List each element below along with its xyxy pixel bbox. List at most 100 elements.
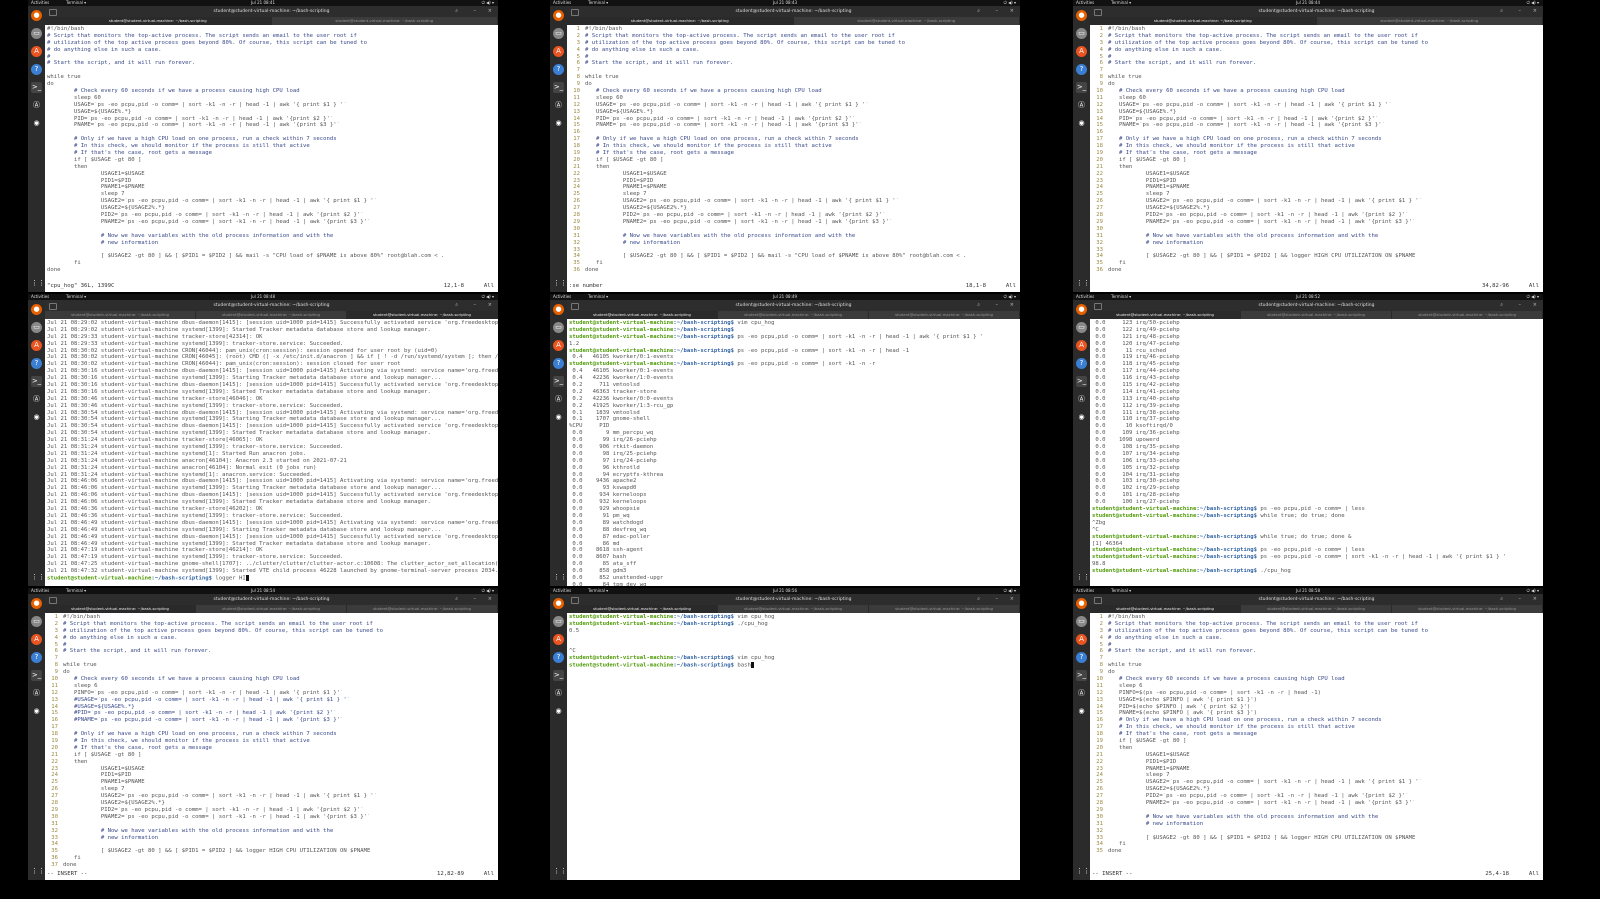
terminal-tab[interactable]: student@student-virtual-machine: ~/bash-… [718,605,869,613]
terminal-tab[interactable]: student@student-virtual-machine: ~/bash-… [567,17,794,25]
minimize-icon[interactable]: – [1519,6,1522,17]
software-updater-icon[interactable]: Ⓐ [553,688,564,699]
terminal-tab[interactable]: student@student-virtual-machine: ~/bash-… [567,605,718,613]
new-tab-icon[interactable] [571,597,579,604]
help-icon[interactable]: ? [1076,64,1087,75]
new-tab-icon[interactable] [571,303,579,310]
help-icon[interactable]: ? [31,358,42,369]
close-icon[interactable]: × [1533,300,1537,311]
new-tab-icon[interactable] [49,303,57,310]
firefox-icon[interactable]: ● [1076,304,1087,315]
show-apps-icon[interactable]: ⋮⋮ [31,572,45,583]
terminal-tab[interactable]: student@student-virtual-machine: ~/bash-… [1090,311,1241,319]
minimize-icon[interactable]: – [996,300,999,311]
show-apps-icon[interactable]: ⋮⋮ [553,572,567,583]
show-apps-icon[interactable]: ⋮⋮ [31,278,45,289]
search-icon[interactable]: ⌕ [977,300,980,311]
software-updater-icon[interactable]: Ⓐ [31,100,42,111]
terminal-icon[interactable]: >_ [1076,82,1087,93]
close-icon[interactable]: × [488,6,492,17]
close-icon[interactable]: × [1533,594,1537,605]
terminal-tab[interactable]: student@student-virtual-machine: ~/bash-… [718,311,869,319]
software-updater-icon[interactable]: Ⓐ [1076,394,1087,405]
help-icon[interactable]: ? [553,358,564,369]
terminal-tab[interactable]: student@student-virtual-machine: ~/bash-… [196,605,347,613]
files-icon[interactable]: ▭ [31,322,42,333]
terminal-tab[interactable]: student@student-virtual-machine: ~/bash-… [869,311,1020,319]
files-icon[interactable]: ▭ [553,616,564,627]
terminal-tab[interactable]: student@student-virtual-machine: ~/bash-… [1241,605,1392,613]
software-updater-icon[interactable]: Ⓐ [553,100,564,111]
terminal-tab[interactable]: student@student-virtual-machine: ~/bash-… [1392,605,1543,613]
terminal-icon[interactable]: >_ [31,376,42,387]
close-icon[interactable]: × [1010,300,1014,311]
files-icon[interactable]: ▭ [1076,616,1087,627]
software-updater-icon[interactable]: Ⓐ [31,688,42,699]
terminal-output[interactable]: student@student-virtual-machine:~/bash-s… [567,613,1020,880]
close-icon[interactable]: × [488,300,492,311]
files-icon[interactable]: ▭ [1076,322,1087,333]
files-icon[interactable]: ▭ [553,28,564,39]
firefox-icon[interactable]: ● [1076,598,1087,609]
terminal-tab[interactable]: student@student-virtual-machine: ~/bash-… [1090,605,1241,613]
terminal-tab[interactable]: student@student-virtual-machine: ~/bash-… [347,605,498,613]
show-apps-icon[interactable]: ⋮⋮ [1076,278,1090,289]
vim-editor[interactable]: 1 #!/bin/bash 2 # Script that monitors the … [1090,613,1543,880]
terminal-tab[interactable]: student@student-virtual-machine: ~/bash-… [1090,17,1317,25]
search-icon[interactable]: ⌕ [455,6,458,17]
firefox-icon[interactable]: ● [553,10,564,21]
search-icon[interactable]: ⌕ [977,6,980,17]
dvd-icon[interactable]: ◉ [553,118,564,129]
new-tab-icon[interactable] [1094,303,1102,310]
firefox-icon[interactable]: ● [553,598,564,609]
show-apps-icon[interactable]: ⋮⋮ [1076,866,1090,877]
software-updater-icon[interactable]: Ⓐ [1076,100,1087,111]
vim-editor[interactable]: 1 #!/bin/bash 2 # Script that monitors the … [45,613,498,880]
firefox-icon[interactable]: ● [31,304,42,315]
software-updater-icon[interactable]: Ⓐ [31,394,42,405]
search-icon[interactable]: ⌕ [455,300,458,311]
show-apps-icon[interactable]: ⋮⋮ [31,866,45,877]
search-icon[interactable]: ⌕ [977,594,980,605]
software-center-icon[interactable]: A [1076,634,1087,645]
files-icon[interactable]: ▭ [31,28,42,39]
help-icon[interactable]: ? [31,64,42,75]
terminal-tab[interactable]: student@student-virtual-machine: ~/bash-… [567,311,718,319]
terminal-tab[interactable]: student@student-virtual-machine: ~/bash-… [1392,311,1543,319]
show-apps-icon[interactable]: ⋮⋮ [553,278,567,289]
firefox-icon[interactable]: ● [31,10,42,21]
minimize-icon[interactable]: – [1519,594,1522,605]
help-icon[interactable]: ? [31,652,42,663]
software-updater-icon[interactable]: Ⓐ [1076,688,1087,699]
software-center-icon[interactable]: A [1076,46,1087,57]
dvd-icon[interactable]: ◉ [1076,706,1087,717]
help-icon[interactable]: ? [553,64,564,75]
new-tab-icon[interactable] [571,9,579,16]
software-center-icon[interactable]: A [553,634,564,645]
terminal-icon[interactable]: >_ [553,376,564,387]
terminal-output[interactable]: #!/bin/bash # Script that monitors the to… [45,25,498,292]
search-icon[interactable]: ⌕ [455,594,458,605]
terminal-tab[interactable]: student@student-virtual-machine: ~/bash-… [45,605,196,613]
new-tab-icon[interactable] [1094,597,1102,604]
terminal-tab[interactable]: student@student-virtual-machine: ~/bash-… [45,311,196,319]
close-icon[interactable]: × [1010,594,1014,605]
close-icon[interactable]: × [488,594,492,605]
help-icon[interactable]: ? [1076,358,1087,369]
terminal-tab[interactable]: student@student-virtual-machine: ~/bash-… [869,605,1020,613]
search-icon[interactable]: ⌕ [1500,300,1503,311]
terminal-tab[interactable]: student@student-virtual-machine: ~/bash-… [45,17,272,25]
software-center-icon[interactable]: A [553,340,564,351]
dvd-icon[interactable]: ◉ [31,118,42,129]
show-apps-icon[interactable]: ⋮⋮ [553,866,567,877]
software-center-icon[interactable]: A [1076,340,1087,351]
software-center-icon[interactable]: A [31,634,42,645]
files-icon[interactable]: ▭ [31,616,42,627]
minimize-icon[interactable]: – [474,594,477,605]
minimize-icon[interactable]: – [1519,300,1522,311]
software-updater-icon[interactable]: Ⓐ [553,394,564,405]
files-icon[interactable]: ▭ [1076,28,1087,39]
close-icon[interactable]: × [1533,6,1537,17]
terminal-output[interactable]: student@student-virtual-machine:~/bash-s… [567,319,1020,586]
terminal-tab[interactable]: student@student-virtual-machine: ~/bash-… [1317,17,1543,25]
